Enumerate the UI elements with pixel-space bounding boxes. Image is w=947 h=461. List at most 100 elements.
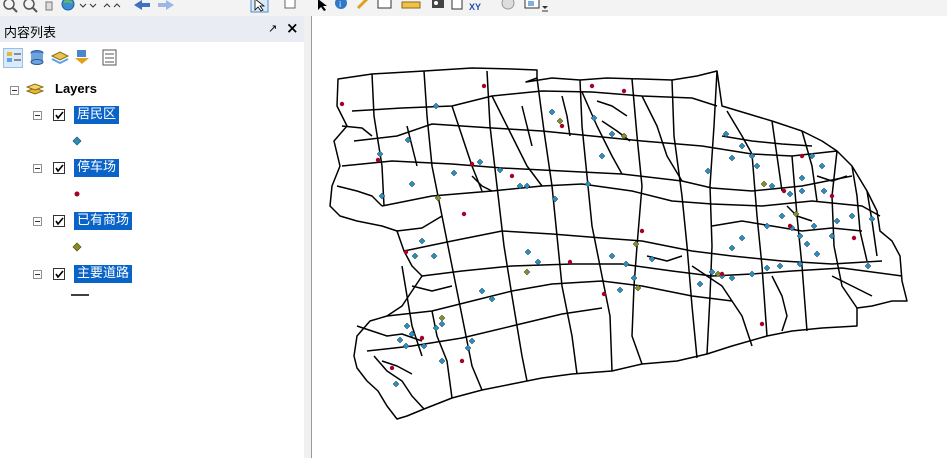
- residential-point[interactable]: [476, 158, 484, 166]
- residential-point[interactable]: [708, 268, 716, 276]
- layer-name-residential[interactable]: 居民区: [74, 106, 120, 124]
- find-route-icon[interactable]: [451, 0, 463, 10]
- residential-point[interactable]: [396, 336, 404, 344]
- residential-point[interactable]: [738, 142, 746, 150]
- fixed-zoom-out-icon[interactable]: [103, 3, 121, 8]
- parking-point[interactable]: [759, 321, 765, 327]
- parking-point[interactable]: [601, 291, 607, 297]
- residential-point[interactable]: [728, 274, 736, 282]
- clear-selection-icon[interactable]: [284, 0, 296, 9]
- zoom-out-icon[interactable]: [23, 0, 38, 13]
- residential-point[interactable]: [534, 258, 542, 266]
- parking-point[interactable]: [481, 83, 487, 89]
- parking-point[interactable]: [389, 365, 395, 371]
- residential-point[interactable]: [798, 174, 806, 182]
- back-icon[interactable]: [134, 0, 150, 10]
- measure-icon[interactable]: [401, 1, 421, 9]
- residential-point[interactable]: [728, 244, 736, 252]
- list-by-visibility-icon[interactable]: [50, 48, 70, 68]
- parking-point[interactable]: [851, 235, 857, 241]
- layer-name-roads[interactable]: 主要道路: [74, 265, 133, 283]
- layer-visibility-checkbox[interactable]: [53, 162, 65, 174]
- identify-icon[interactable]: i: [335, 0, 347, 9]
- residential-point[interactable]: [450, 169, 458, 177]
- more-tools-icon[interactable]: [542, 6, 548, 12]
- forward-icon[interactable]: [158, 0, 174, 10]
- viewer-icon[interactable]: [524, 0, 540, 9]
- residential-point[interactable]: [524, 248, 532, 256]
- mall-point[interactable]: [523, 268, 531, 276]
- residential-point[interactable]: [763, 222, 771, 230]
- residential-point[interactable]: [622, 260, 630, 268]
- residential-point[interactable]: [584, 180, 592, 188]
- residential-point[interactable]: [608, 252, 616, 260]
- html-popup-icon[interactable]: [377, 0, 392, 9]
- residential-point[interactable]: [402, 342, 410, 350]
- parking-point[interactable]: [559, 123, 565, 129]
- parking-point[interactable]: [403, 249, 409, 255]
- residential-point[interactable]: [432, 324, 440, 332]
- residential-point[interactable]: [464, 344, 472, 352]
- map-view[interactable]: [311, 16, 947, 458]
- parking-point[interactable]: [375, 157, 381, 163]
- panel-splitter[interactable]: [304, 16, 311, 458]
- residential-point[interactable]: [813, 250, 821, 258]
- residential-point[interactable]: [608, 130, 616, 138]
- residential-point[interactable]: [810, 222, 818, 230]
- select-elements-icon[interactable]: [318, 0, 327, 11]
- residential-point[interactable]: [833, 217, 841, 225]
- parking-point[interactable]: [787, 223, 793, 229]
- mall-point[interactable]: [438, 314, 446, 322]
- residential-point[interactable]: [616, 286, 624, 294]
- residential-point[interactable]: [598, 152, 606, 160]
- layer-visibility-checkbox[interactable]: [53, 215, 65, 227]
- residential-point[interactable]: [864, 262, 872, 270]
- map-canvas[interactable]: [312, 16, 947, 458]
- residential-point[interactable]: [408, 180, 416, 188]
- parking-point[interactable]: [419, 335, 425, 341]
- collapse-toggle[interactable]: [10, 86, 19, 95]
- parking-point[interactable]: [469, 161, 475, 167]
- residential-point[interactable]: [432, 102, 440, 110]
- collapse-toggle[interactable]: [33, 217, 42, 226]
- parking-point[interactable]: [621, 88, 627, 94]
- collapse-toggle[interactable]: [33, 270, 42, 279]
- residential-point[interactable]: [430, 252, 438, 260]
- residential-point[interactable]: [392, 380, 400, 388]
- close-icon[interactable]: ×: [286, 19, 299, 37]
- parking-point[interactable]: [459, 358, 465, 364]
- residential-point[interactable]: [728, 154, 736, 162]
- find-icon[interactable]: [432, 0, 444, 8]
- residential-point[interactable]: [376, 150, 384, 158]
- pin-icon[interactable]: ↗: [268, 22, 277, 35]
- mall-point[interactable]: [760, 180, 768, 188]
- parking-point[interactable]: [799, 153, 805, 159]
- list-by-source-icon[interactable]: [28, 48, 48, 68]
- list-by-selection-icon[interactable]: [72, 48, 92, 68]
- parking-point[interactable]: [829, 193, 835, 199]
- hyperlink-icon[interactable]: [356, 0, 369, 10]
- layer-name-mall[interactable]: 已有商场: [74, 212, 133, 230]
- residential-point[interactable]: [418, 237, 426, 245]
- select-features-icon[interactable]: [250, 0, 269, 13]
- parking-point[interactable]: [509, 173, 515, 179]
- residential-point[interactable]: [438, 320, 446, 328]
- residential-point[interactable]: [704, 167, 712, 175]
- parking-point[interactable]: [589, 83, 595, 89]
- residential-point[interactable]: [776, 262, 784, 270]
- residential-point[interactable]: [798, 187, 806, 195]
- options-icon[interactable]: [100, 48, 120, 68]
- residential-point[interactable]: [478, 287, 486, 295]
- layer-visibility-checkbox[interactable]: [53, 109, 65, 121]
- parking-point[interactable]: [639, 228, 645, 234]
- residential-point[interactable]: [786, 190, 794, 198]
- residential-point[interactable]: [696, 280, 704, 288]
- parking-point[interactable]: [461, 211, 467, 217]
- parking-point[interactable]: [719, 271, 725, 277]
- layers-root-label[interactable]: Layers: [55, 81, 97, 96]
- residential-point[interactable]: [748, 270, 756, 278]
- go-to-xy-icon[interactable]: XY: [469, 2, 481, 12]
- full-extent-icon[interactable]: [61, 0, 75, 11]
- residential-point[interactable]: [848, 212, 856, 220]
- residential-point[interactable]: [468, 337, 476, 345]
